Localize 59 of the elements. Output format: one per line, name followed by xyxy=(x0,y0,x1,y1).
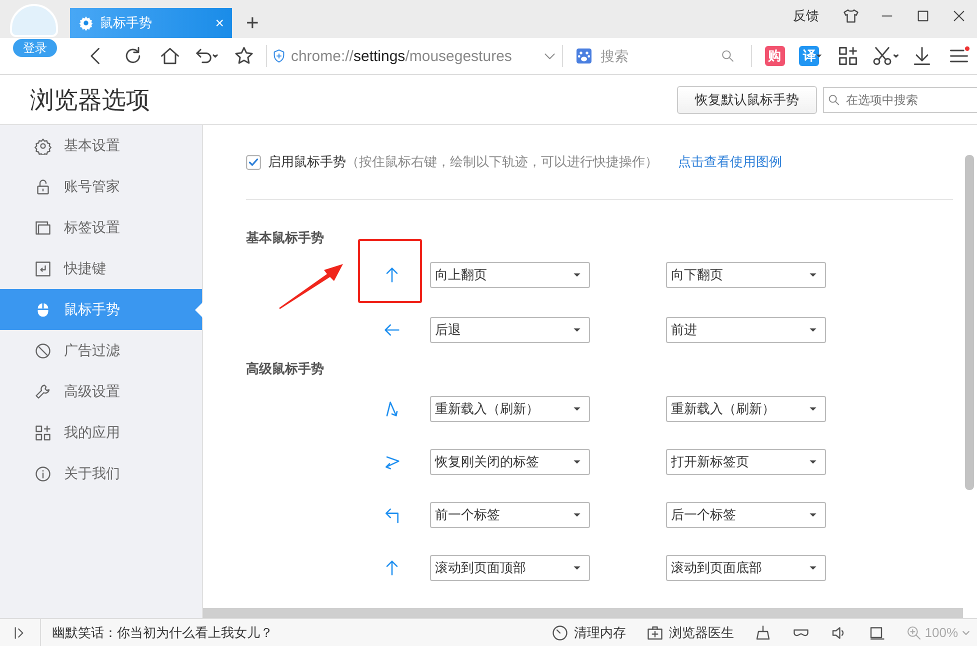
sidebar-item[interactable]: 高级设置 xyxy=(0,371,202,412)
action-dropdown[interactable]: 后一个标签 xyxy=(666,502,826,528)
search-icon[interactable] xyxy=(720,48,736,64)
browser-doctor-button[interactable]: 浏览器医生 xyxy=(646,624,734,642)
enable-label: 启用鼠标手势（按住鼠标右键，绘制以下轨迹，可以进行快捷操作） xyxy=(268,153,658,171)
legend-link[interactable]: 点击查看使用图例 xyxy=(678,153,782,171)
status-message[interactable]: 幽默笑话：你当初为什么看上我女儿？ xyxy=(41,624,551,642)
sidebar-item[interactable]: 关于我们 xyxy=(0,453,202,494)
medkit-icon xyxy=(646,624,664,642)
clean-memory-button[interactable]: 清理内存 xyxy=(550,624,626,642)
section-title: 高级鼠标手势 xyxy=(246,360,325,378)
action-dropdown[interactable]: 向上翻页 xyxy=(430,262,590,288)
action-dropdown[interactable]: 前一个标签 xyxy=(430,502,590,528)
action-dropdown[interactable]: 滚动到页面顶部 xyxy=(430,555,590,581)
close-icon[interactable] xyxy=(951,8,967,24)
scrollbar-thumb[interactable] xyxy=(965,155,974,490)
key-icon xyxy=(34,260,52,278)
sidebar-item[interactable]: 基本设置 xyxy=(0,125,202,166)
action-dropdown[interactable]: 滚动到页面底部 xyxy=(666,555,826,581)
search-field[interactable]: 搜索 xyxy=(598,47,703,65)
sidebar-item[interactable]: 标签设置 xyxy=(0,207,202,248)
ban-icon xyxy=(34,342,52,360)
new-tab-button[interactable]: + xyxy=(242,11,263,35)
section-title: 基本鼠标手势 xyxy=(246,229,325,247)
wrench-icon xyxy=(34,382,52,400)
info-icon xyxy=(34,464,52,482)
action-dropdown[interactable]: 重新载入（刷新） xyxy=(430,396,590,422)
page-title: 浏览器选项 xyxy=(30,86,151,116)
url-text[interactable]: chrome://settings/mousegestures xyxy=(290,48,512,64)
tabs-icon xyxy=(34,218,52,236)
apps-icon[interactable] xyxy=(837,45,860,67)
sidebar-item[interactable]: 快捷键 xyxy=(0,248,202,289)
feedback-link[interactable]: 反馈 xyxy=(793,7,819,25)
restore-defaults-button[interactable]: 恢复默认鼠标手势 xyxy=(677,86,817,114)
gauge-icon xyxy=(550,624,569,642)
pointer-arrow xyxy=(277,262,345,310)
action-dropdown[interactable]: 打开新标签页 xyxy=(666,449,826,475)
lock-icon xyxy=(34,178,52,196)
gear-icon xyxy=(78,15,94,31)
apps-icon xyxy=(34,424,52,442)
action-dropdown[interactable]: 重新载入（刷新） xyxy=(666,396,826,422)
maximize-icon[interactable] xyxy=(915,8,931,24)
action-dropdown[interactable]: 后退 xyxy=(430,317,590,343)
caret-icon xyxy=(815,52,824,60)
gear-icon xyxy=(34,136,52,154)
horizontal-scrollbar[interactable] xyxy=(203,608,963,618)
shirt-icon[interactable] xyxy=(842,7,860,25)
broom-icon[interactable] xyxy=(754,624,772,642)
action-dropdown[interactable]: 恢复刚关闭的标签 xyxy=(430,449,590,475)
sidebar-item[interactable]: 我的应用 xyxy=(0,412,202,453)
action-dropdown[interactable]: 向下翻页 xyxy=(666,262,826,288)
checkbox-checked-icon[interactable] xyxy=(246,154,261,170)
sidebar-item[interactable]: 广告过滤 xyxy=(0,330,202,371)
action-dropdown[interactable]: 前进 xyxy=(666,317,826,343)
sidebar-item[interactable]: 账号管家 xyxy=(0,166,202,207)
home-icon[interactable] xyxy=(158,45,181,67)
paw-icon xyxy=(574,47,593,65)
settings-search-field[interactable]: 在选项中搜索 xyxy=(823,86,977,112)
star-icon[interactable] xyxy=(232,45,255,67)
